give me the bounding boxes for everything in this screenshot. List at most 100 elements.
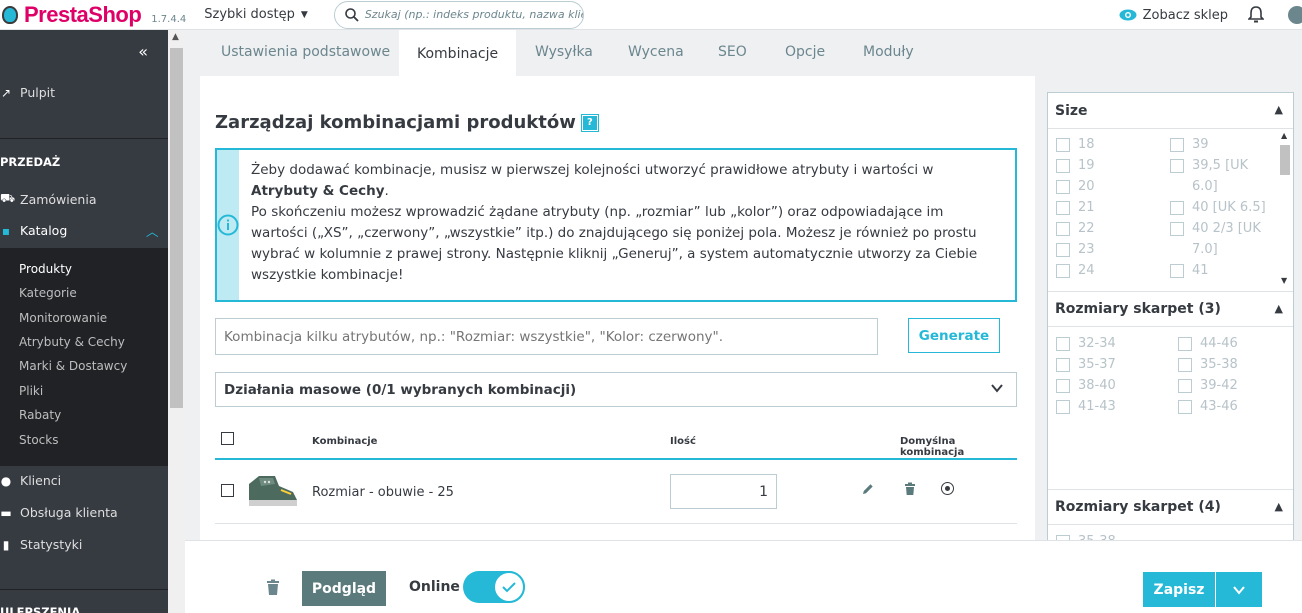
combination-input[interactable] — [215, 318, 878, 355]
attribute-group-socks-3[interactable]: Rozmiary skarpet (3) ▲ — [1048, 291, 1293, 327]
sidebar-subitem-stocks[interactable]: Stocks — [19, 433, 58, 447]
sidebar-subitem-attributes[interactable]: Atrybuty & Cechy — [19, 335, 125, 349]
attribute-option[interactable]: 23 — [1056, 242, 1095, 257]
tab-pricing[interactable]: Wycena — [628, 30, 684, 76]
tab-seo[interactable]: SEO — [718, 30, 747, 76]
page-scrollbar[interactable]: ▲ — [168, 30, 185, 613]
sidebar-subitem-files[interactable]: Pliki — [19, 384, 43, 398]
attribute-option[interactable]: 24 — [1056, 263, 1095, 278]
sidebar-item-orders[interactable]: ⛟ Zamówienia — [0, 191, 97, 207]
checkbox[interactable] — [1178, 337, 1192, 351]
tab-modules[interactable]: Moduły — [863, 30, 914, 76]
size-list-scrollbar[interactable]: ▲ ▼ — [1278, 131, 1292, 291]
default-combination-radio[interactable] — [941, 482, 954, 495]
checkbox[interactable] — [1056, 379, 1070, 393]
help-icon[interactable]: ? — [580, 113, 599, 132]
attribute-option[interactable]: 20 — [1056, 179, 1095, 194]
checkbox[interactable] — [1056, 264, 1070, 278]
tab-basic-settings[interactable]: Ustawienia podstawowe — [221, 30, 390, 76]
attribute-option[interactable]: 35-37 — [1056, 357, 1116, 372]
info-text: Żeby dodawać kombinacje, musisz w pierws… — [239, 150, 1015, 300]
attribute-option[interactable]: 39,5 [UK — [1170, 158, 1248, 173]
collapse-sidebar-icon[interactable]: « — [138, 42, 148, 61]
quick-access-dropdown[interactable]: Szybki dostęp ▼ — [204, 7, 308, 22]
attribute-option[interactable]: 18 — [1056, 137, 1095, 152]
tab-shipping[interactable]: Wysyłka — [535, 30, 593, 76]
checkbox[interactable] — [1056, 358, 1070, 372]
checkbox[interactable] — [1056, 243, 1070, 257]
generate-button[interactable]: Generate — [908, 318, 1000, 353]
attribute-option[interactable]: 44-46 — [1178, 336, 1238, 351]
logo[interactable]: PrestaShop 1.7.4.4 — [2, 2, 186, 28]
tab-combinations[interactable]: Kombinacje — [399, 30, 517, 76]
bulk-actions-dropdown[interactable]: Działania masowe (0/1 wybranych kombinac… — [215, 372, 1017, 407]
sidebar-item-customer-service[interactable]: ▬ Obsługa klienta — [0, 505, 117, 520]
checkbox[interactable] — [1170, 159, 1184, 173]
version-label: 1.7.4.4 — [151, 13, 187, 25]
attribute-option[interactable]: 32-34 — [1056, 336, 1116, 351]
checkbox[interactable] — [1056, 180, 1070, 194]
checkbox[interactable] — [1056, 138, 1070, 152]
quantity-input[interactable] — [670, 474, 777, 509]
sidebar-item-catalog[interactable]: ▪ Katalog ︿ — [0, 223, 168, 239]
attribute-option[interactable]: 21 — [1056, 200, 1095, 215]
user-avatar-icon[interactable] — [1288, 6, 1302, 24]
checkbox[interactable] — [1178, 379, 1192, 393]
attribute-option[interactable]: 41 — [1170, 263, 1209, 278]
checkbox[interactable] — [1056, 400, 1070, 414]
attribute-option[interactable]: 38-40 — [1056, 378, 1116, 393]
scroll-up-icon[interactable]: ▲ — [172, 32, 179, 42]
attribute-option[interactable]: 35-38 — [1178, 357, 1238, 372]
bell-icon[interactable] — [1248, 6, 1264, 24]
attribute-option[interactable]: 22 — [1056, 221, 1095, 236]
search-input[interactable]: Szukaj (np.: indeks produktu, nazwa klie — [333, 0, 584, 29]
sidebar-subitem-monitoring[interactable]: Monitorowanie — [19, 311, 107, 325]
sidebar-subitem-brands[interactable]: Marki & Dostawcy — [19, 359, 127, 373]
attribute-group-size[interactable]: Size ▲ — [1048, 93, 1293, 129]
checkbox[interactable] — [1178, 358, 1192, 372]
attribute-group-socks-4[interactable]: Rozmiary skarpet (4) ▲ — [1048, 489, 1293, 525]
scrollbar-thumb[interactable] — [170, 48, 183, 408]
checkbox[interactable] — [1170, 222, 1184, 236]
view-shop-link[interactable]: Zobacz sklep — [1119, 8, 1228, 23]
attribute-option-label: 41 — [1192, 263, 1209, 278]
row-checkbox[interactable] — [221, 484, 234, 497]
scroll-up-icon[interactable]: ▲ — [1281, 131, 1287, 140]
attribute-option[interactable]: 41-43 — [1056, 399, 1116, 414]
sidebar-divider — [0, 138, 168, 139]
save-options-dropdown[interactable] — [1216, 572, 1262, 607]
online-toggle[interactable] — [463, 571, 525, 603]
checkbox[interactable] — [1056, 337, 1070, 351]
attribute-option[interactable]: 40 2/3 [UK — [1170, 221, 1261, 236]
scroll-down-icon[interactable]: ▼ — [1281, 276, 1287, 285]
checkbox[interactable] — [1170, 201, 1184, 215]
attribute-option[interactable]: 19 — [1056, 158, 1095, 173]
tab-options[interactable]: Opcje — [785, 30, 825, 76]
sidebar-item-stats[interactable]: ▮ Statystyki — [0, 537, 83, 552]
attribute-option[interactable]: 39 — [1170, 137, 1209, 152]
checkbox[interactable] — [1170, 264, 1184, 278]
product-thumbnail[interactable] — [245, 470, 299, 510]
sidebar-item-customers[interactable]: ● Klienci — [0, 473, 61, 488]
sidebar-subitem-categories[interactable]: Kategorie — [19, 286, 77, 300]
edit-icon[interactable] — [861, 482, 875, 496]
delete-product-icon[interactable] — [266, 579, 280, 596]
attribute-option[interactable]: 43-46 — [1178, 399, 1238, 414]
col-combination: Kombinacje — [312, 436, 378, 447]
select-all-checkbox[interactable] — [221, 432, 234, 445]
scrollbar-thumb[interactable] — [1280, 145, 1290, 175]
sidebar-subitem-products[interactable]: Produkty — [19, 262, 72, 276]
preview-button[interactable]: Podgląd — [302, 571, 386, 606]
checkbox[interactable] — [1178, 400, 1192, 414]
save-button[interactable]: Zapisz — [1143, 572, 1215, 607]
sidebar-item-dashboard[interactable]: ↗ Pulpit — [0, 85, 55, 100]
checkbox[interactable] — [1056, 201, 1070, 215]
checkbox[interactable] — [1056, 222, 1070, 236]
sidebar-subitem-discounts[interactable]: Rabaty — [19, 408, 61, 422]
attribute-option[interactable]: 39-42 — [1178, 378, 1238, 393]
trash-icon[interactable] — [904, 482, 916, 496]
attribute-option[interactable]: 40 [UK 6.5] — [1170, 200, 1266, 215]
checkbox[interactable] — [1056, 159, 1070, 173]
checkbox[interactable] — [1170, 138, 1184, 152]
chat-icon: ▬ — [0, 505, 12, 520]
